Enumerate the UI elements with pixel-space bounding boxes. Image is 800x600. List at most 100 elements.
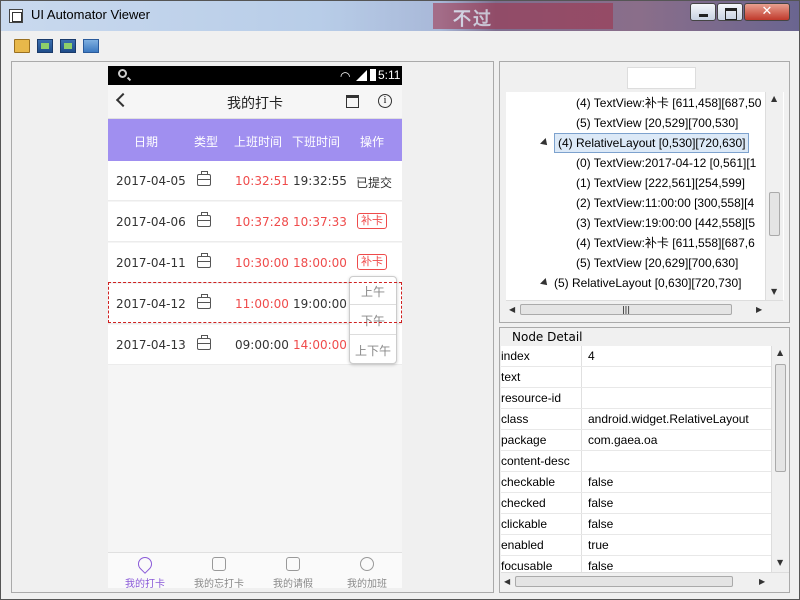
detail-row[interactable]: checked false bbox=[501, 493, 771, 514]
detail-value: false bbox=[588, 475, 614, 489]
scroll-down-icon[interactable]: ▼ bbox=[771, 287, 777, 296]
briefcase-icon bbox=[197, 335, 211, 350]
detail-row[interactable]: content-desc bbox=[501, 451, 771, 472]
scroll-left-icon[interactable]: ◀ bbox=[504, 577, 510, 586]
scroll-down-icon[interactable]: ▼ bbox=[777, 558, 783, 567]
device-screenshot-icon[interactable] bbox=[37, 39, 53, 53]
node-detail-title: Node Detail bbox=[510, 330, 585, 344]
app-window: UI Automator Viewer 不过 ✕ ◠ 5:11 我的打卡 i 日… bbox=[0, 0, 800, 600]
nav-leave[interactable]: 我的请假 bbox=[256, 553, 330, 588]
detail-row[interactable]: index 4 bbox=[501, 346, 771, 367]
tree-vertical-thumb[interactable] bbox=[769, 192, 780, 236]
nav-overtime[interactable]: 我的加班 bbox=[330, 553, 402, 588]
col-check-in: 上班时间 bbox=[234, 135, 283, 149]
bottom-navigation: 我的打卡 我的忘打卡 我的请假 我的加班 bbox=[108, 552, 402, 588]
detail-vertical-thumb[interactable] bbox=[775, 364, 786, 472]
hierarchy-pane: (4) TextView:补卡 [611,458][687,50 (5) Text… bbox=[499, 61, 790, 323]
period-popup[interactable]: 上午 下午 上下午 bbox=[349, 276, 397, 364]
detail-horizontal-thumb[interactable] bbox=[515, 576, 733, 587]
nav-my-punch[interactable]: 我的打卡 bbox=[108, 553, 182, 588]
tree-node[interactable]: (5) TextView [20,529][700,530] bbox=[576, 113, 738, 133]
scroll-up-icon[interactable]: ▲ bbox=[771, 94, 777, 103]
scroll-right-icon[interactable]: ▶ bbox=[756, 305, 762, 314]
detail-row[interactable]: resource-id bbox=[501, 388, 771, 409]
detail-row[interactable]: clickable false bbox=[501, 514, 771, 535]
nav-label: 我的请假 bbox=[273, 579, 313, 588]
screenshot-pane[interactable]: ◠ 5:11 我的打卡 i 日期 类型 上班时间 下班时间 操作 2017-04… bbox=[11, 61, 494, 593]
detail-row[interactable]: package com.gaea.oa bbox=[501, 430, 771, 451]
row-date: 2017-04-05 bbox=[116, 174, 186, 188]
maximize-button[interactable] bbox=[717, 3, 743, 21]
scroll-up-icon[interactable]: ▲ bbox=[777, 348, 783, 357]
calendar-icon[interactable] bbox=[346, 95, 359, 108]
expand-triangle-icon[interactable] bbox=[540, 138, 550, 148]
device-time: 5:11 bbox=[378, 68, 401, 82]
row-check-in: 09:00:00 bbox=[235, 338, 289, 352]
detail-horizontal-scrollbar[interactable]: ◀ ▶ bbox=[501, 572, 789, 590]
popup-divider bbox=[350, 334, 396, 335]
alarm-clock-icon bbox=[360, 557, 374, 571]
row-date: 2017-04-12 bbox=[116, 297, 186, 311]
expand-triangle-icon[interactable] bbox=[540, 278, 550, 288]
device-screenshot-compressed-icon[interactable] bbox=[60, 39, 76, 53]
search-icon bbox=[118, 69, 127, 78]
tree-node[interactable]: (4) TextView:补卡 [611,458][687,50 bbox=[576, 93, 761, 113]
node-detail-table[interactable]: index 4 text resource-id class android.widget… bbox=[501, 346, 771, 572]
node-detail-pane: Node Detail index 4 text resource-id class an… bbox=[499, 327, 790, 593]
tree-search-input[interactable] bbox=[627, 67, 696, 89]
detail-key: package bbox=[501, 433, 547, 447]
window-title: UI Automator Viewer bbox=[31, 7, 150, 22]
tree-horizontal-scrollbar[interactable]: ◀ ||| ▶ bbox=[506, 300, 783, 318]
scroll-right-icon[interactable]: ▶ bbox=[759, 577, 765, 586]
minimize-button[interactable] bbox=[690, 3, 716, 21]
signal-icon bbox=[356, 70, 367, 81]
tree-node[interactable]: (5) RelativeLayout [0,630][720,730] bbox=[554, 273, 741, 293]
row-date: 2017-04-11 bbox=[116, 256, 186, 270]
device-status-bar: ◠ 5:11 bbox=[108, 66, 402, 85]
close-button[interactable]: ✕ bbox=[744, 3, 790, 21]
popup-option-morning[interactable]: 上午 bbox=[350, 283, 396, 300]
row-date: 2017-04-06 bbox=[116, 215, 186, 229]
briefcase-icon bbox=[197, 171, 211, 186]
tree-node[interactable]: (2) TextView:11:00:00 [300,558][4 bbox=[576, 193, 754, 213]
make-up-punch-button[interactable]: 补卡 bbox=[357, 213, 387, 229]
make-up-punch-button[interactable]: 补卡 bbox=[357, 254, 387, 270]
tree-node[interactable]: (1) TextView [222,561][254,599] bbox=[576, 173, 745, 193]
device-screen[interactable]: ◠ 5:11 我的打卡 i 日期 类型 上班时间 下班时间 操作 2017-04… bbox=[108, 66, 402, 588]
hierarchy-tree[interactable]: (4) TextView:补卡 [611,458][687,50 (5) Text… bbox=[506, 92, 784, 300]
tree-node[interactable]: (5) TextView [20,629][700,630] bbox=[576, 253, 738, 273]
save-icon[interactable] bbox=[83, 39, 99, 53]
popup-option-afternoon[interactable]: 下午 bbox=[350, 312, 396, 329]
detail-row[interactable]: focusable false bbox=[501, 556, 771, 572]
tree-node[interactable]: (3) TextView:19:00:00 [442,558][5 bbox=[576, 213, 755, 233]
detail-key: class bbox=[501, 412, 529, 426]
table-row[interactable]: 2017-04-05 10:32:51 19:32:55 已提交 bbox=[108, 161, 402, 201]
tree-node[interactable]: (4) RelativeLayout [0,530][720,630] bbox=[554, 133, 750, 153]
table-row[interactable]: 2017-04-06 10:37:28 10:37:33 补卡 bbox=[108, 202, 402, 242]
tree-node[interactable]: (0) TextView:2017-04-12 [0,561][1 bbox=[576, 153, 756, 173]
scroll-left-icon[interactable]: ◀ bbox=[509, 305, 515, 314]
detail-value: false bbox=[588, 517, 614, 531]
detail-row[interactable]: text bbox=[501, 367, 771, 388]
detail-vertical-scrollbar[interactable]: ▲ ▼ bbox=[771, 346, 789, 572]
briefcase-icon bbox=[197, 294, 211, 309]
app-header: 我的打卡 i bbox=[108, 85, 402, 119]
info-icon[interactable]: i bbox=[378, 94, 392, 108]
tree-node[interactable]: (4) TextView:补卡 [611,558][687,6 bbox=[576, 233, 755, 253]
detail-row[interactable]: class android.widget.RelativeLayout bbox=[501, 409, 771, 430]
detail-row[interactable]: enabled true bbox=[501, 535, 771, 556]
tree-vertical-scrollbar[interactable]: ▲ ▼ bbox=[765, 92, 783, 300]
row-check-in: 11:00:00 bbox=[235, 297, 289, 311]
tree-horizontal-thumb[interactable]: ||| bbox=[520, 304, 732, 315]
wifi-icon: ◠ bbox=[340, 69, 351, 83]
title-bar[interactable]: UI Automator Viewer 不过 ✕ bbox=[1, 1, 799, 31]
popup-divider bbox=[350, 304, 396, 305]
open-folder-icon[interactable] bbox=[14, 39, 30, 53]
nav-forgot-punch[interactable]: 我的忘打卡 bbox=[182, 553, 256, 588]
detail-key: enabled bbox=[501, 538, 544, 552]
detail-row[interactable]: checkable false bbox=[501, 472, 771, 493]
detail-value: true bbox=[588, 538, 609, 552]
popup-option-fullday[interactable]: 上下午 bbox=[350, 342, 396, 359]
row-check-out: 19:00:00 bbox=[293, 297, 347, 311]
row-check-out: 10:37:33 bbox=[293, 215, 347, 229]
